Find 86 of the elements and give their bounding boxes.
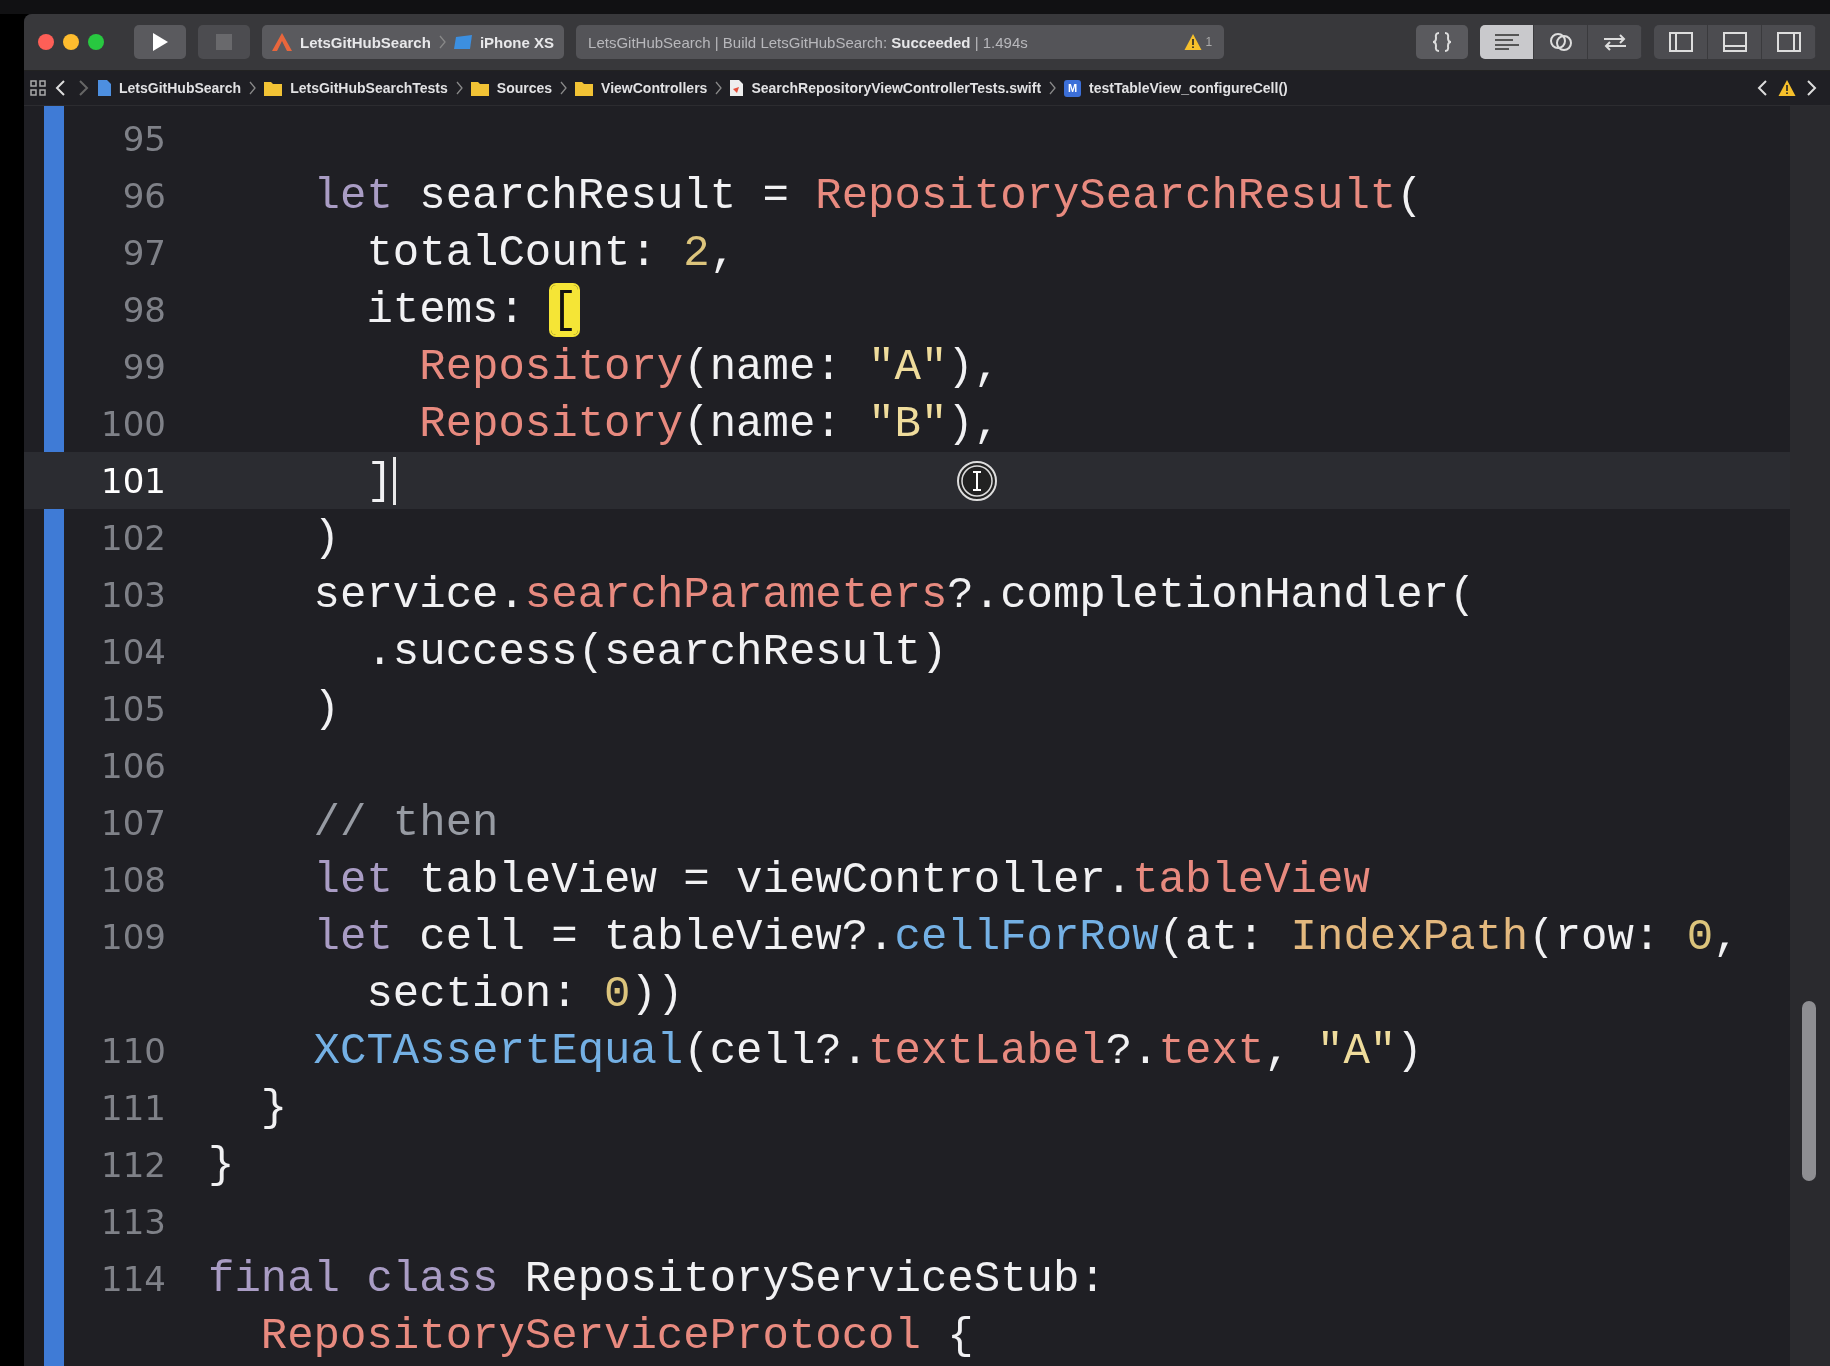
code-line: let searchResult = RepositorySearchResult( xyxy=(312,170,1423,221)
stop-icon xyxy=(216,34,232,50)
breadcrumb-item[interactable]: LetsGitHubSearch xyxy=(119,80,242,96)
back-icon[interactable] xyxy=(54,79,68,97)
line-number: 98 xyxy=(121,289,166,330)
warning-count: 1 xyxy=(1205,35,1213,49)
code-line: final class RepositoryServiceStub: xyxy=(208,1253,1106,1304)
line-number: 101 xyxy=(100,460,166,501)
chevron-separator-icon xyxy=(438,35,446,49)
line-number: 103 xyxy=(100,574,166,615)
device-icon xyxy=(453,34,472,50)
code-line: ) xyxy=(312,512,341,563)
breadcrumb-item[interactable]: testTableView_configureCell() xyxy=(1089,80,1288,96)
chevron-separator-icon xyxy=(715,81,723,95)
play-icon xyxy=(151,32,169,52)
folder-icon xyxy=(264,80,283,96)
code-line: let tableView = viewController.tableView xyxy=(312,854,1370,905)
bottom-panel-icon xyxy=(1722,32,1747,52)
grid-icon[interactable] xyxy=(30,80,46,96)
line-number: 113 xyxy=(100,1201,166,1242)
chevron-separator-icon xyxy=(560,81,568,95)
breadcrumb-item[interactable]: SearchRepositoryViewControllerTests.swift xyxy=(751,80,1042,96)
breadcrumb-item[interactable]: Sources xyxy=(496,80,553,96)
arrows-icon xyxy=(1601,33,1628,51)
line-number: 106 xyxy=(100,745,166,786)
line-number: 97 xyxy=(121,232,166,273)
line-number: 112 xyxy=(100,1144,166,1185)
code-line: section: 0)) xyxy=(365,968,684,1019)
line-number: 111 xyxy=(100,1087,166,1128)
line-number: 99 xyxy=(121,346,166,387)
line-number: 105 xyxy=(100,688,166,729)
lines-icon xyxy=(1494,33,1519,51)
back-icon[interactable] xyxy=(1756,79,1770,97)
line-number: 102 xyxy=(100,517,166,558)
code-line: service.searchParameters?.completionHandler( xyxy=(312,569,1476,620)
folder-icon xyxy=(575,80,594,96)
close-button[interactable] xyxy=(38,34,54,50)
editor-mode-button[interactable] xyxy=(1480,25,1534,59)
scheme-name: LetsGitHubSearch xyxy=(300,33,431,51)
line-number: 114 xyxy=(100,1258,166,1299)
line-number: 108 xyxy=(100,859,166,900)
chevron-separator-icon xyxy=(1049,81,1057,95)
code-line: ) xyxy=(312,683,341,734)
code-line: // then xyxy=(312,797,499,848)
minimize-button[interactable] xyxy=(63,34,79,50)
line-number: 107 xyxy=(100,802,166,843)
code-line: Repository(name: "A"), xyxy=(418,341,1001,392)
scheme-selector[interactable]: LetsGitHubSearch iPhone XS xyxy=(262,25,565,59)
code-line: items: [ xyxy=(365,284,578,335)
code-line: .success(searchResult) xyxy=(365,626,948,677)
method-badge: M xyxy=(1064,79,1082,97)
code-line: totalCount: 2, xyxy=(365,227,737,278)
build-status: LetsGitHubSearch | Build LetsGitHubSearch: Succeeded | 1.494s xyxy=(588,33,1029,51)
zoom-button[interactable] xyxy=(88,34,104,50)
breadcrumb-item[interactable]: LetsGitHubSearchTests xyxy=(290,80,448,96)
line-number: 109 xyxy=(100,916,166,957)
braces-icon xyxy=(1432,32,1452,52)
line-number: 95 xyxy=(121,118,166,159)
document-icon xyxy=(730,80,744,96)
ibeam-pointer-icon xyxy=(956,460,998,502)
run-button[interactable] xyxy=(134,25,186,59)
line-number: 96 xyxy=(121,175,166,216)
warning-icon xyxy=(1778,79,1796,97)
code-line: } xyxy=(208,1139,235,1190)
line-number: 104 xyxy=(100,631,166,672)
folder-icon xyxy=(470,80,489,96)
code-line: ] xyxy=(365,455,393,506)
device-name: iPhone XS xyxy=(479,33,555,51)
document-icon xyxy=(98,80,111,96)
right-panel-icon xyxy=(1776,32,1801,52)
app-icon xyxy=(272,33,292,51)
breadcrumb-item[interactable]: ViewControllers xyxy=(601,80,708,96)
code-line: RepositoryServiceProtocol { xyxy=(259,1310,974,1361)
library-button[interactable] xyxy=(1416,25,1468,59)
warning-icon xyxy=(1184,33,1203,51)
code-line: let cell = tableView?.cellForRow(at: IndexPath(row: 0, xyxy=(312,911,1740,962)
code-line: Repository(name: "B"), xyxy=(418,398,1001,449)
chevron-separator-icon xyxy=(249,81,257,95)
forward-icon[interactable] xyxy=(1804,79,1818,97)
line-number: 110 xyxy=(100,1030,166,1071)
code-line: XCTAssertEqual(cell?.textLabel?.text, "A") xyxy=(312,1025,1423,1076)
overlapping-circles-icon xyxy=(1548,32,1573,52)
code-line: } xyxy=(259,1082,288,1133)
line-number: 100 xyxy=(100,403,166,444)
chevron-separator-icon xyxy=(455,81,463,95)
left-panel-icon xyxy=(1668,32,1693,52)
